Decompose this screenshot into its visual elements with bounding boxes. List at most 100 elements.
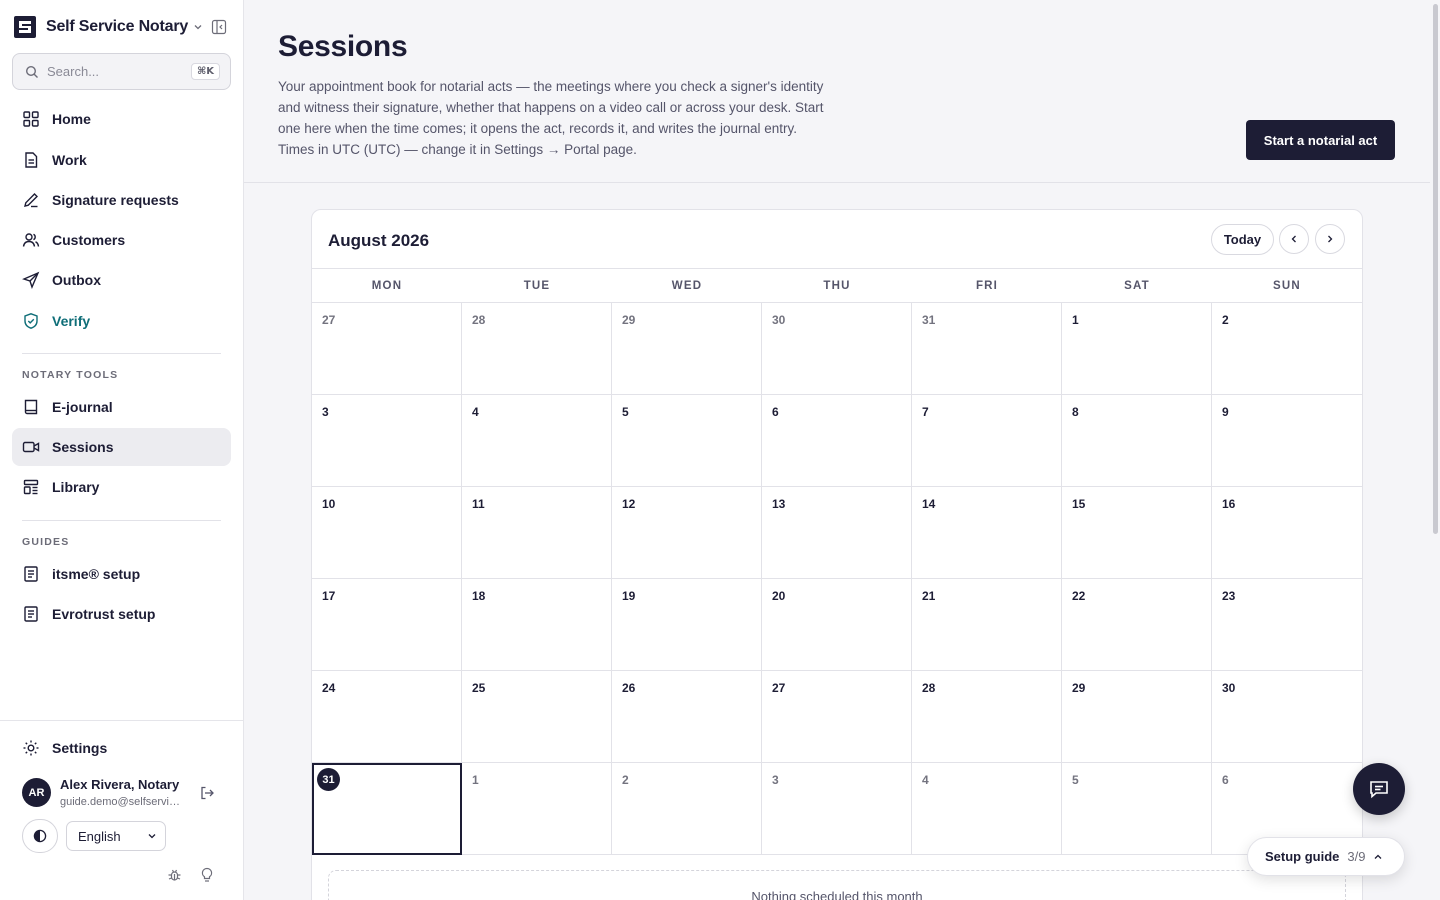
calendar-day[interactable]: 29 xyxy=(612,303,762,395)
collapse-sidebar-icon[interactable] xyxy=(211,19,227,35)
calendar-day-today[interactable]: 31 xyxy=(312,763,462,855)
sidebar-item-label: itsme® setup xyxy=(52,566,141,582)
sidebar-item-evrotrust-setup[interactable]: Evrotrust setup xyxy=(12,595,231,633)
calendar-day[interactable]: 14 xyxy=(912,487,1062,579)
calendar-day[interactable]: 25 xyxy=(462,671,612,763)
calendar-day[interactable]: 30 xyxy=(762,303,912,395)
calendar-day[interactable]: 2 xyxy=(1212,303,1362,395)
language-select[interactable]: English xyxy=(66,821,166,851)
sidebar-item-library[interactable]: Library xyxy=(12,468,231,506)
sidebar-item-e-journal[interactable]: E-journal xyxy=(12,388,231,426)
guide-icon xyxy=(24,606,38,622)
divider xyxy=(244,182,1430,183)
sidebar-item-label: Outbox xyxy=(52,272,101,288)
sidebar: Self Service Notary ⌘K Home Work Signatu… xyxy=(0,0,244,900)
calendar-day[interactable]: 29 xyxy=(1062,671,1212,763)
start-notarial-act-button[interactable]: Start a notarial act xyxy=(1246,120,1395,160)
calendar-day[interactable]: 26 xyxy=(612,671,762,763)
calendar-day[interactable]: 28 xyxy=(462,303,612,395)
sidebar-item-label: Verify xyxy=(52,313,91,329)
sidebar-item-customers[interactable]: Customers xyxy=(12,221,231,259)
calendar-day[interactable]: 31 xyxy=(912,303,1062,395)
sidebar-item-outbox[interactable]: Outbox xyxy=(12,261,231,299)
calendar-day[interactable]: 27 xyxy=(312,303,462,395)
search-box[interactable]: ⌘K xyxy=(12,53,231,90)
calendar-day[interactable]: 28 xyxy=(912,671,1062,763)
next-month-button[interactable] xyxy=(1315,224,1345,254)
sidebar-item-signature-requests[interactable]: Signature requests xyxy=(12,181,231,219)
section-heading-guides: GUIDES xyxy=(22,536,70,548)
day-number: 4 xyxy=(472,405,479,419)
calendar-day[interactable]: 15 xyxy=(1062,487,1212,579)
sidebar-item-settings[interactable]: Settings xyxy=(12,729,231,767)
sidebar-item-verify[interactable]: Verify xyxy=(12,302,231,340)
calendar-day[interactable]: 27 xyxy=(762,671,912,763)
day-number: 1 xyxy=(1072,313,1079,327)
setup-guide-progress: 3/9 xyxy=(1347,849,1366,864)
calendar-day[interactable]: 20 xyxy=(762,579,912,671)
calendar-day[interactable]: 3 xyxy=(312,395,462,487)
day-number: 2 xyxy=(1222,313,1229,327)
sidebar-item-work[interactable]: Work xyxy=(12,141,231,179)
calendar-day[interactable]: 1 xyxy=(1062,303,1212,395)
calendar-day[interactable]: 17 xyxy=(312,579,462,671)
day-number: 20 xyxy=(772,589,786,603)
sidebar-item-itsme-setup[interactable]: itsme® setup xyxy=(12,555,231,593)
theme-toggle-button[interactable] xyxy=(22,819,58,853)
chat-button[interactable] xyxy=(1353,763,1405,815)
calendar-day[interactable]: 4 xyxy=(462,395,612,487)
sidebar-item-sessions[interactable]: Sessions xyxy=(12,428,231,466)
calendar-day[interactable]: 24 xyxy=(312,671,462,763)
calendar-day[interactable]: 5 xyxy=(1062,763,1212,855)
calendar-day[interactable]: 23 xyxy=(1212,579,1362,671)
calendar-day[interactable]: 1 xyxy=(462,763,612,855)
chevron-down-icon xyxy=(194,25,202,30)
today-button[interactable]: Today xyxy=(1211,224,1274,255)
calendar-day[interactable]: 5 xyxy=(612,395,762,487)
scrollbar[interactable] xyxy=(1431,0,1440,900)
calendar-day[interactable]: 11 xyxy=(462,487,612,579)
setup-guide-button[interactable]: Setup guide 3/9 xyxy=(1247,837,1405,876)
calendar-day[interactable]: 4 xyxy=(912,763,1062,855)
calendar-day[interactable]: 6 xyxy=(762,395,912,487)
bug-icon[interactable] xyxy=(167,867,182,883)
calendar-day[interactable]: 12 xyxy=(612,487,762,579)
calendar-day[interactable]: 16 xyxy=(1212,487,1362,579)
day-number: 29 xyxy=(622,313,636,327)
calendar-day[interactable]: 10 xyxy=(312,487,462,579)
search-shortcut-badge: ⌘K xyxy=(190,63,220,80)
sidebar-item-home[interactable]: Home xyxy=(12,100,231,138)
calendar-month-label: August 2026 xyxy=(328,231,430,250)
day-number: 28 xyxy=(472,313,486,327)
day-number: 5 xyxy=(622,405,629,419)
document-icon xyxy=(25,152,38,168)
scrollbar-thumb[interactable] xyxy=(1433,4,1438,534)
day-number: 24 xyxy=(322,681,336,695)
sidebar-item-label: Customers xyxy=(52,232,126,248)
calendar-day[interactable]: 21 xyxy=(912,579,1062,671)
calendar-day[interactable]: 19 xyxy=(612,579,762,671)
avatar: AR xyxy=(22,778,51,807)
day-number: 29 xyxy=(1072,681,1086,695)
calendar-day[interactable]: 8 xyxy=(1062,395,1212,487)
sidebar-item-label: E-journal xyxy=(52,399,113,415)
weekday-label: TUE xyxy=(523,279,551,292)
lightbulb-icon[interactable] xyxy=(200,867,214,883)
calendar-day[interactable]: 2 xyxy=(612,763,762,855)
grid-icon xyxy=(23,111,39,127)
calendar-day[interactable]: 30 xyxy=(1212,671,1362,763)
calendar-day[interactable]: 7 xyxy=(912,395,1062,487)
calendar-day[interactable]: 22 xyxy=(1062,579,1212,671)
divider xyxy=(22,520,221,521)
calendar-day[interactable]: 13 xyxy=(762,487,912,579)
calendar-day[interactable]: 3 xyxy=(762,763,912,855)
calendar-day[interactable]: 9 xyxy=(1212,395,1362,487)
logout-icon[interactable] xyxy=(199,785,215,801)
search-input[interactable] xyxy=(47,64,177,79)
workspace-switcher[interactable]: Self Service Notary xyxy=(14,14,230,40)
day-number: 31 xyxy=(317,768,340,791)
previous-month-button[interactable] xyxy=(1279,224,1309,254)
calendar-day[interactable]: 18 xyxy=(462,579,612,671)
contrast-icon xyxy=(33,829,47,843)
day-number: 28 xyxy=(922,681,936,695)
